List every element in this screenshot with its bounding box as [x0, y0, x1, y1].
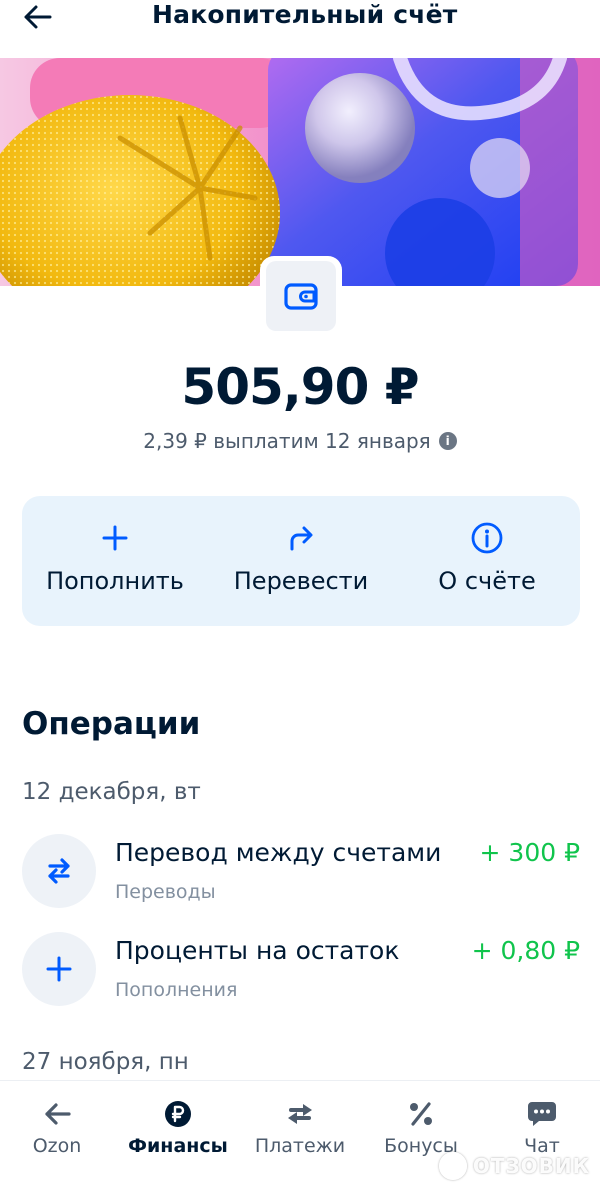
- account-icon-tile: [260, 256, 342, 336]
- tab-payments[interactable]: Платежи: [240, 1081, 360, 1173]
- percent-icon: [410, 1102, 432, 1126]
- transfer-button[interactable]: Перевести: [208, 496, 394, 626]
- plus-icon: [46, 956, 72, 982]
- transaction-category: Пополнения: [115, 979, 238, 1001]
- transaction-icon: [22, 932, 96, 1006]
- back-button[interactable]: [22, 0, 62, 34]
- info-circle-icon: [471, 522, 503, 554]
- watermark: ОТЗОВИК: [438, 1152, 590, 1180]
- arrow-left-icon: [24, 5, 52, 29]
- date-group-label: 12 декабря, вт: [22, 779, 201, 805]
- account-balance: 505,90 ₽: [181, 358, 419, 416]
- top-up-button[interactable]: Пополнить: [22, 496, 208, 626]
- tab-ozon[interactable]: Ozon: [0, 1081, 117, 1173]
- operations-heading: Операции: [22, 706, 201, 742]
- payout-text: 2,39 ₽ выплатим 12 января: [143, 429, 431, 453]
- tab-label: Платежи: [254, 1135, 346, 1157]
- transfer-arrows-icon: [48, 858, 70, 884]
- watermark-text: ОТЗОВИК: [472, 1154, 590, 1178]
- transaction-amount: + 0,80 ₽: [471, 936, 580, 965]
- tab-label: Ozon: [32, 1135, 82, 1157]
- arrow-left-icon: [45, 1103, 71, 1125]
- transaction-row[interactable]: Проценты на остаток Пополнения + 0,80 ₽: [22, 932, 580, 1012]
- transaction-name: Перевод между счетами: [115, 838, 442, 867]
- transaction-category: Переводы: [115, 881, 216, 903]
- transaction-amount: + 300 ₽: [479, 838, 580, 867]
- plus-icon: [102, 525, 128, 551]
- interest-payout-note: 2,39 ₽ выплатим 12 января i: [0, 426, 600, 456]
- transaction-icon: [22, 834, 96, 908]
- tab-label: Финансы: [128, 1135, 228, 1157]
- about-account-button[interactable]: О счёте: [394, 496, 580, 626]
- wallet-icon: [284, 283, 318, 310]
- watermark-logo-icon: [438, 1152, 467, 1180]
- top-up-label: Пополнить: [46, 567, 184, 595]
- transaction-row[interactable]: Перевод между счетами Переводы + 300 ₽: [22, 834, 580, 914]
- info-icon[interactable]: i: [438, 432, 457, 450]
- top-bar: Накопительный счёт: [0, 0, 600, 58]
- redo-arrow-icon: [290, 526, 313, 551]
- account-actions-panel: Пополнить Перевести О счёте: [22, 496, 580, 626]
- date-group-label: 27 ноября, пн: [22, 1049, 189, 1075]
- swap-arrows-icon: [288, 1104, 312, 1124]
- tab-finance[interactable]: Финансы: [118, 1081, 238, 1173]
- page-title: Накопительный счёт: [152, 0, 458, 29]
- ruble-coin-icon: [165, 1101, 191, 1127]
- about-account-label: О счёте: [438, 567, 536, 595]
- transfer-label: Перевести: [233, 567, 369, 595]
- promo-banner-image: [0, 58, 600, 286]
- chat-bubble-icon: [528, 1102, 556, 1126]
- transaction-name: Проценты на остаток: [115, 936, 400, 965]
